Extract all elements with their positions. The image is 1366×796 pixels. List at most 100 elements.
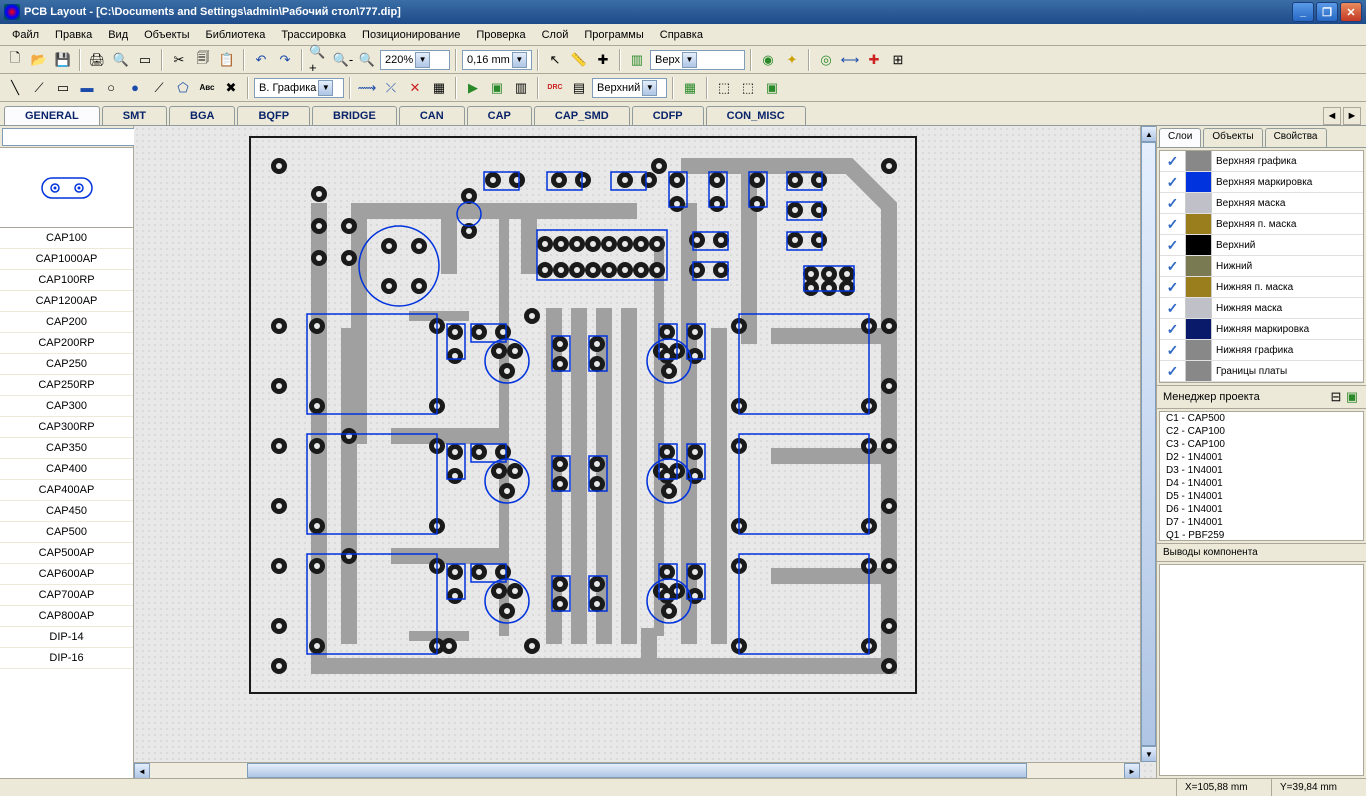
tab-prev-icon[interactable]: ◄ [1323,107,1341,125]
measure-icon[interactable]: 📏 [568,49,590,71]
tab-general[interactable]: GENERAL [4,106,100,125]
line-icon[interactable]: ╲ [4,77,26,99]
list-item[interactable]: CAP400 [0,459,133,480]
list-item[interactable]: CAP500AP [0,543,133,564]
chip2-icon[interactable]: ⬚ [737,77,759,99]
save-icon[interactable]: 💾 [52,49,74,71]
net-icon[interactable]: ✕ [404,77,426,99]
linewidth-combo[interactable]: 0,16 mm▼ [462,50,532,70]
via-icon[interactable]: ✦ [781,49,803,71]
list-item[interactable]: D7 - 1N4001 [1160,516,1363,529]
layer-row[interactable]: ✓Верхняя маркировка [1160,172,1363,193]
tab-smt[interactable]: SMT [102,106,167,125]
unroute-icon[interactable]: ⤫ [380,77,402,99]
menu-programs[interactable]: Программы [576,27,651,43]
layer-row[interactable]: ✓Верхняя маска [1160,193,1363,214]
list-item[interactable]: C3 - CAP100 [1160,438,1363,451]
projmgr-icon1[interactable]: ⊟ [1328,389,1344,405]
list-item[interactable]: CAP300 [0,396,133,417]
list-item[interactable]: C2 - CAP100 [1160,425,1363,438]
component-list[interactable]: CAP100CAP1000APCAP100RPCAP1200APCAP200CA… [0,228,133,778]
drc-icon[interactable]: DRC [544,77,566,99]
maximize-button[interactable]: ❐ [1316,2,1338,22]
layer-row[interactable]: ✓Верхний [1160,235,1363,256]
list-item[interactable]: CAP200RP [0,333,133,354]
menu-library[interactable]: Библиотека [198,27,274,43]
cut-icon[interactable]: ✂ [168,49,190,71]
layer-combo[interactable]: Верх▼ [650,50,745,70]
zoom-combo[interactable]: 220%▼ [380,50,450,70]
list-item[interactable]: D5 - 1N4001 [1160,490,1363,503]
layer-row[interactable]: ✓Нижний [1160,256,1363,277]
list-item[interactable]: CAP500 [0,522,133,543]
tab-cdfp[interactable]: CDFP [632,106,704,125]
paste-icon[interactable]: 📋 [216,49,238,71]
list-item[interactable]: CAP1200AP [0,291,133,312]
layer-row[interactable]: ✓Нижняя маркировка [1160,319,1363,340]
titleblock-icon[interactable]: ▭ [134,49,156,71]
menu-file[interactable]: Файл [4,27,47,43]
table-icon[interactable]: ⊞ [887,49,909,71]
list-item[interactable]: CAP350 [0,438,133,459]
rtab-layers[interactable]: Слои [1159,128,1201,147]
tab-capsmd[interactable]: CAP_SMD [534,106,630,125]
list-item[interactable]: CAP250RP [0,375,133,396]
graphics-combo[interactable]: В. Графика▼ [254,78,344,98]
redo-icon[interactable]: ↷ [274,49,296,71]
list-item[interactable]: CAP300RP [0,417,133,438]
3d-icon[interactable]: ▦ [679,77,701,99]
tab-can[interactable]: CAN [399,106,465,125]
tool1-icon[interactable]: ▥ [510,77,532,99]
print-icon[interactable]: 🖨 [86,49,108,71]
canvas-vscroll[interactable]: ▲▼ [1140,126,1156,762]
arc-icon[interactable]: ⟋ [148,77,170,99]
rtab-objects[interactable]: Объекты [1203,128,1262,147]
list-item[interactable]: CAP400AP [0,480,133,501]
menu-view[interactable]: Вид [100,27,136,43]
list-item[interactable]: CAP450 [0,501,133,522]
list-item[interactable]: DIP-16 [0,648,133,669]
hole-icon[interactable]: ◎ [815,49,837,71]
projmgr-icon2[interactable]: ▣ [1344,389,1360,405]
grid-icon[interactable]: ✚ [863,49,885,71]
tab-cap[interactable]: CAP [467,106,532,125]
tab-bridge[interactable]: BRIDGE [312,106,397,125]
zoomfit-icon[interactable]: 🔍 [356,49,378,71]
text-icon[interactable]: Авс [196,77,218,99]
list-item[interactable]: D3 - 1N4001 [1160,464,1363,477]
tab-bqfp[interactable]: BQFP [237,106,310,125]
preview-icon[interactable]: 🔍 [110,49,132,71]
list-item[interactable]: DIP-14 [0,627,133,648]
fillrect-icon[interactable]: ▬ [76,77,98,99]
project-list[interactable]: C1 - CAP500C2 - CAP100C3 - CAP100D2 - 1N… [1159,411,1364,541]
pad-icon[interactable]: ◉ [757,49,779,71]
list-item[interactable]: CAP700AP [0,585,133,606]
tab-bga[interactable]: BGA [169,106,235,125]
open-icon[interactable]: 📂 [28,49,50,71]
layer-row[interactable]: ✓Нижняя маска [1160,298,1363,319]
menu-check[interactable]: Проверка [468,27,533,43]
copper-icon[interactable]: ▦ [428,77,450,99]
minimize-button[interactable]: _ [1292,2,1314,22]
menu-layer[interactable]: Слой [534,27,577,43]
list-item[interactable]: CAP600AP [0,564,133,585]
list-item[interactable]: CAP100RP [0,270,133,291]
dimension-icon[interactable]: ⟷ [839,49,861,71]
list-item[interactable]: CAP250 [0,354,133,375]
list-item[interactable]: C1 - CAP500 [1160,412,1363,425]
upper-combo[interactable]: Верхний▼ [592,78,667,98]
layer-row[interactable]: ✓Верхняя графика [1160,151,1363,172]
menu-routing[interactable]: Трассировка [273,27,354,43]
pointer-icon[interactable]: ↖ [544,49,566,71]
layer-row[interactable]: ✓Верхняя п. маска [1160,214,1363,235]
list-item[interactable]: D2 - 1N4001 [1160,451,1363,464]
origin-icon[interactable]: ✚ [592,49,614,71]
close-button[interactable]: ✕ [1340,2,1362,22]
list-item[interactable]: D6 - 1N4001 [1160,503,1363,516]
list-item[interactable]: Q1 - PBF259 [1160,529,1363,541]
chip3-icon[interactable]: ▣ [761,77,783,99]
run-icon[interactable]: ▶ [462,77,484,99]
menu-positioning[interactable]: Позиционирование [354,27,468,43]
rect-icon[interactable]: ▭ [52,77,74,99]
zoomout-icon[interactable]: 🔍- [332,49,354,71]
